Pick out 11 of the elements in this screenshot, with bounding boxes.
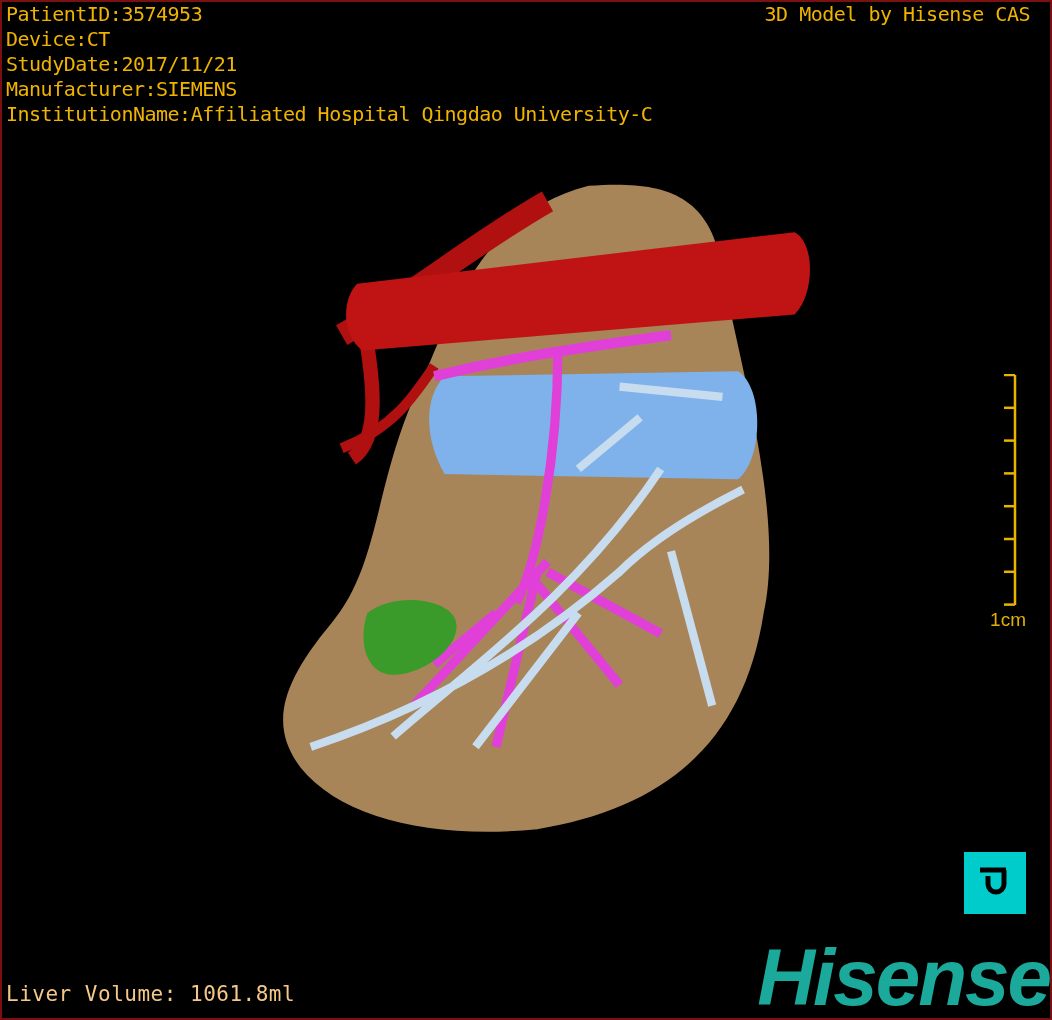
- study-info-line: InstitutionName:Affiliated Hospital Qingdao University-C: [6, 102, 653, 127]
- study-info-line: Device:CT: [6, 27, 111, 52]
- study-info-line: Manufacturer:SIEMENS: [6, 77, 238, 102]
- scale-label: 1cm: [990, 608, 1026, 633]
- scale-ruler-icon: [1004, 374, 1017, 607]
- study-info-line: PatientID:3574953: [6, 2, 204, 27]
- study-info-line: StudyDate:2017/11/21: [6, 52, 238, 77]
- projection-button[interactable]: [964, 852, 1026, 914]
- brand-logo: Hisense: [757, 938, 1050, 1018]
- liver-volume-text: Liver Volume: 1061.8ml: [5, 980, 296, 1008]
- app-title: 3D Model by Hisense CAS: [764, 2, 1031, 28]
